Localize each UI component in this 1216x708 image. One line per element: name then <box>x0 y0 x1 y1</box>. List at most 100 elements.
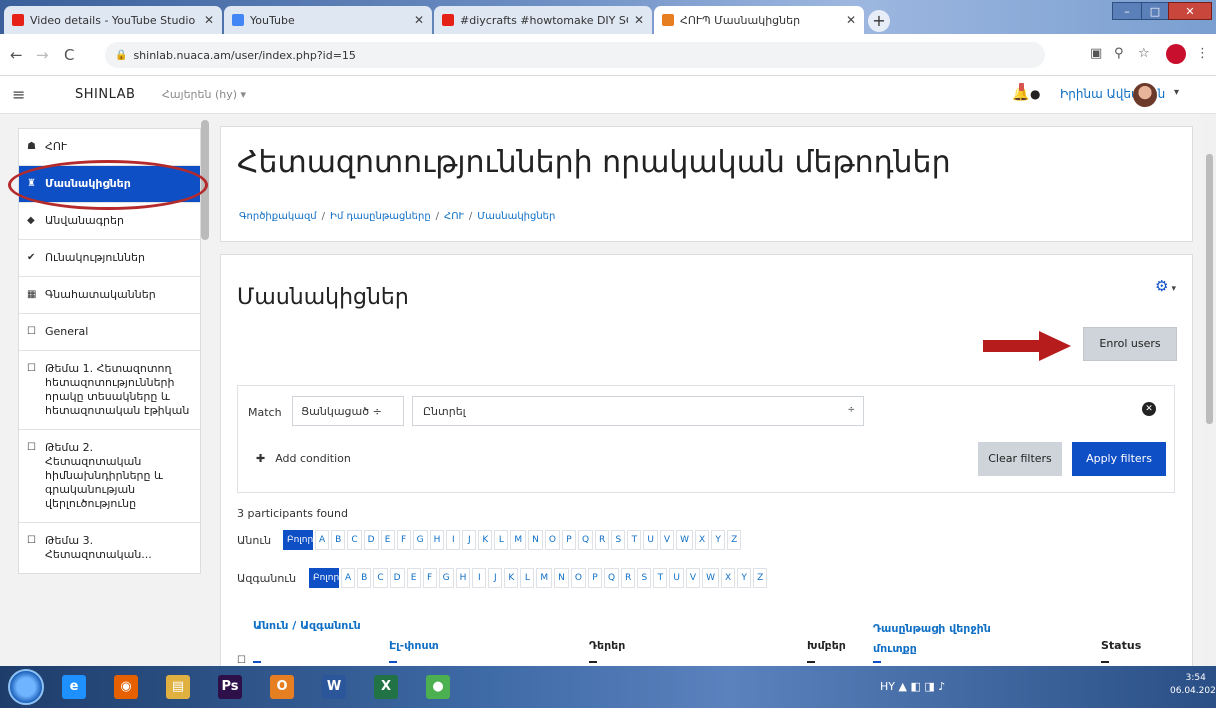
start-button-icon[interactable] <box>8 669 44 705</box>
drawer-item-topic-3[interactable]: ☐ Թեմա 3. Հետազոտական... <box>19 523 200 573</box>
clear-filters-button[interactable]: Clear filters <box>978 442 1062 476</box>
minimize-button[interactable]: – <box>1112 2 1142 20</box>
initial-letter-button[interactable]: L <box>494 530 509 550</box>
close-icon[interactable]: ✕ <box>414 13 424 27</box>
taskbar-app-excel[interactable]: X <box>366 670 406 704</box>
initial-letter-button[interactable]: D <box>363 530 379 550</box>
star-icon[interactable]: ☆ <box>1138 46 1150 61</box>
initial-letter-button[interactable]: X <box>720 568 736 588</box>
drawer-item-topic-1[interactable]: ☐ Թեմա 1. Հետազոտող հետազոտությունների ո… <box>19 351 200 430</box>
taskbar-app-word[interactable]: W <box>314 670 354 704</box>
initial-letter-button[interactable]: Z <box>727 530 742 550</box>
filter-type-select[interactable]: Ընտրել ÷ <box>412 396 864 426</box>
initial-letter-button[interactable]: Q <box>577 530 594 550</box>
breadcrumb-item[interactable]: Մասնակիցներ <box>477 211 555 222</box>
initial-letter-button[interactable]: U <box>669 568 684 588</box>
user-avatar[interactable] <box>1133 83 1157 107</box>
maximize-button[interactable]: □ <box>1141 2 1169 20</box>
initial-letter-button[interactable]: P <box>561 530 576 550</box>
initial-letter-button[interactable]: N <box>528 530 543 550</box>
forward-arrow-icon[interactable]: → <box>36 46 49 64</box>
browser-tab-youtube-studio[interactable]: Video details - YouTube Studio ✕ <box>4 6 222 34</box>
initial-letter-button[interactable]: B <box>331 530 346 550</box>
initial-letter-button[interactable]: V <box>685 568 701 588</box>
add-condition-button[interactable]: ✚ Add condition <box>256 452 351 465</box>
drawer-item-competencies[interactable]: ✔ Ունակություններ <box>19 240 200 277</box>
initial-letter-button[interactable]: M <box>536 568 553 588</box>
close-window-button[interactable]: ✕ <box>1168 2 1212 20</box>
close-icon[interactable]: ✕ <box>634 13 644 27</box>
initial-letter-button[interactable]: L <box>520 568 535 588</box>
notification-bell-icon[interactable]: 🔔 <box>1012 83 1029 102</box>
breadcrumb-item[interactable]: ՀՈՒ <box>444 211 464 222</box>
match-select[interactable]: Ցանկացած ÷ <box>292 396 404 426</box>
scrollbar-thumb[interactable] <box>1206 154 1213 424</box>
breadcrumb-item[interactable]: Գործիքակազմ <box>239 211 317 222</box>
initial-letter-button[interactable]: I <box>472 568 487 588</box>
breadcrumb-item[interactable]: Իմ դասընթացները <box>330 211 431 222</box>
initial-letter-button[interactable]: W <box>702 568 719 588</box>
system-clock[interactable]: 3:54 06.04.2020 <box>1170 672 1216 698</box>
initial-letter-button[interactable]: F <box>422 568 437 588</box>
initial-letter-button[interactable]: N <box>554 568 569 588</box>
initial-all-button[interactable]: Բոլորը <box>309 568 345 588</box>
taskbar-app-ie[interactable]: e <box>54 670 94 704</box>
search-icon[interactable]: ⚲ <box>1114 46 1124 61</box>
enrol-users-button[interactable]: Enrol users <box>1083 327 1177 361</box>
messages-icon[interactable]: ● <box>1030 87 1040 101</box>
reload-icon[interactable]: C <box>64 46 74 64</box>
initial-letter-button[interactable]: O <box>544 530 560 550</box>
column-header-last-access[interactable]: Դասընթացի վերջին մուտքը <box>873 619 1013 659</box>
remove-condition-icon[interactable]: ✕ <box>1142 402 1156 416</box>
initial-letter-button[interactable]: T <box>627 530 642 550</box>
initial-letter-button[interactable]: W <box>676 530 693 550</box>
site-name-link[interactable]: SHINLAB <box>75 87 135 102</box>
language-menu[interactable]: Հայերեն (hy) ▾ <box>162 88 246 101</box>
initial-letter-button[interactable]: T <box>653 568 668 588</box>
initial-letter-button[interactable]: X <box>694 530 710 550</box>
select-all-checkbox[interactable]: ☐ <box>237 655 246 666</box>
initial-letter-button[interactable]: A <box>341 568 356 588</box>
initial-letter-button[interactable]: P <box>587 568 602 588</box>
gear-icon[interactable]: ⚙ ▾ <box>1155 277 1176 295</box>
initial-letter-button[interactable]: S <box>611 530 626 550</box>
taskbar-app-firefox[interactable]: ◉ <box>106 670 146 704</box>
column-header-email[interactable]: Էլ-փոստ <box>389 639 439 652</box>
translate-icon[interactable]: ▣ <box>1090 46 1102 61</box>
initial-letter-button[interactable]: Y <box>737 568 752 588</box>
initial-letter-button[interactable]: C <box>373 568 388 588</box>
initial-letter-button[interactable]: Z <box>753 568 768 588</box>
taskbar-app-photoshop[interactable]: Ps <box>210 670 250 704</box>
initial-letter-button[interactable]: R <box>621 568 636 588</box>
profile-avatar-icon[interactable] <box>1166 44 1186 64</box>
browser-tab-youtube[interactable]: YouTube ✕ <box>224 6 432 34</box>
initial-letter-button[interactable]: H <box>455 568 471 588</box>
drawer-item-general[interactable]: ☐ General <box>19 314 200 351</box>
taskbar-app-chrome[interactable]: ● <box>418 670 458 704</box>
initial-letter-button[interactable]: V <box>659 530 675 550</box>
close-icon[interactable]: ✕ <box>846 13 856 27</box>
initial-letter-button[interactable]: M <box>510 530 527 550</box>
initial-letter-button[interactable]: Q <box>603 568 620 588</box>
browser-tab-participants[interactable]: ՀՈՒՊ Մասնակիցներ ✕ <box>654 6 864 34</box>
drawer-item-topic-2[interactable]: ☐ Թեմա 2. Հետազոտական հիմնախնդիրները և գ… <box>19 430 200 523</box>
initial-letter-button[interactable]: H <box>429 530 445 550</box>
initial-letter-button[interactable]: J <box>462 530 477 550</box>
taskbar-app-explorer[interactable]: ▤ <box>158 670 198 704</box>
initial-letter-button[interactable]: A <box>315 530 330 550</box>
initial-letter-button[interactable]: R <box>595 530 610 550</box>
initial-letter-button[interactable]: K <box>478 530 493 550</box>
initial-letter-button[interactable]: D <box>389 568 405 588</box>
url-input[interactable]: 🔒 shinlab.nuaca.am/user/index.php?id=15 <box>105 42 1045 68</box>
new-tab-button[interactable]: + <box>868 10 890 32</box>
initial-letter-button[interactable]: E <box>406 568 421 588</box>
initial-letter-button[interactable]: G <box>438 568 454 588</box>
initial-all-button[interactable]: Բոլորը <box>283 530 319 550</box>
initial-letter-button[interactable]: S <box>637 568 652 588</box>
initial-letter-button[interactable]: K <box>504 568 519 588</box>
drawer-item-grades[interactable]: ▦ Գնահատականներ <box>19 277 200 314</box>
browser-tab-diycrafts[interactable]: #diycrafts #howtomake DIY SCI... ✕ <box>434 6 652 34</box>
initial-letter-button[interactable]: Y <box>711 530 726 550</box>
initial-letter-button[interactable]: I <box>446 530 461 550</box>
initial-letter-button[interactable]: E <box>380 530 395 550</box>
